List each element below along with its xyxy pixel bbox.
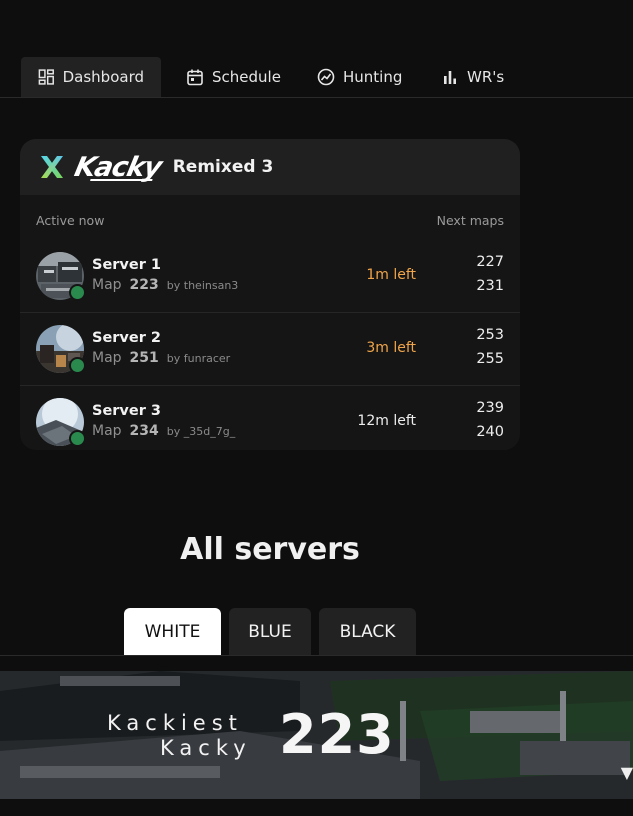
banner-map-number: 223 xyxy=(279,703,395,766)
map-word: Map xyxy=(92,277,122,293)
map-author: by _35d_7g_ xyxy=(166,425,236,438)
active-now-label: Active now xyxy=(36,213,105,228)
next-maps-label: Next maps xyxy=(436,213,504,228)
chevron-down-icon[interactable]: ▼ xyxy=(621,763,633,782)
map-word: Map xyxy=(92,423,122,439)
bar-chart-icon xyxy=(444,71,456,84)
tab-dashboard-label: Dashboard xyxy=(62,68,144,86)
kacky-x-logo-icon xyxy=(41,156,63,178)
tab-dashboard[interactable]: Dashboard xyxy=(21,57,161,97)
tab-hunting[interactable]: Hunting xyxy=(300,57,419,97)
online-status-dot xyxy=(69,430,86,447)
tab-hunting-label: Hunting xyxy=(343,68,403,86)
online-status-dot xyxy=(69,357,86,374)
all-servers-title: All servers xyxy=(180,532,360,567)
map-author: by theinsan3 xyxy=(166,279,239,292)
map-number: 234 xyxy=(129,423,159,439)
map-author: by funracer xyxy=(166,352,231,365)
tabs-divider xyxy=(0,655,633,656)
next-map-1: 227 xyxy=(476,254,504,270)
time-left: 12m left xyxy=(357,413,416,429)
main-nav: Dashboard Schedule Hunting WR's xyxy=(0,57,633,98)
calendar-icon xyxy=(187,69,203,86)
server-current-map: Map 251 by funracer xyxy=(92,350,230,366)
column-labels: Active now Next maps xyxy=(20,195,520,240)
dashboard-icon xyxy=(38,69,54,85)
map-number: 251 xyxy=(129,350,159,366)
white-server-button[interactable]: WHITE xyxy=(124,608,221,656)
time-left: 3m left xyxy=(366,340,416,356)
server-name: Server 3 xyxy=(92,403,162,419)
next-map-1: 239 xyxy=(476,400,504,416)
online-status-dot xyxy=(69,284,86,301)
next-map-1: 253 xyxy=(476,327,504,343)
map-number: 223 xyxy=(129,277,159,293)
server-row[interactable]: Server 2 Map 251 by funracer 3m left 253… xyxy=(20,313,520,386)
next-map-2: 240 xyxy=(476,424,504,440)
banner-line-1: Kackiest xyxy=(107,711,243,735)
map-word: Map xyxy=(92,350,122,366)
server-name: Server 2 xyxy=(92,330,162,346)
next-map-2: 255 xyxy=(476,351,504,367)
kacky-logo-text: Kacky xyxy=(71,151,164,183)
tab-wrs-label: WR's xyxy=(467,68,505,86)
server-current-map: Map 223 by theinsan3 xyxy=(92,277,238,293)
time-left: 1m left xyxy=(366,267,416,283)
tab-wrs[interactable]: WR's xyxy=(424,57,521,97)
blue-server-button[interactable]: BLUE xyxy=(229,608,311,656)
event-header: Kacky Remixed 3 xyxy=(20,139,520,195)
map-banner: Kackiest Kacky 223 ▼ xyxy=(0,671,633,799)
event-subtitle: Remixed 3 xyxy=(172,157,274,177)
banner-line-2: Kacky xyxy=(160,736,252,760)
next-map-2: 231 xyxy=(476,278,504,294)
tab-schedule[interactable]: Schedule xyxy=(169,57,298,97)
server-current-map: Map 234 by _35d_7g_ xyxy=(92,423,235,439)
black-server-button[interactable]: BLACK xyxy=(319,608,416,656)
server-name: Server 1 xyxy=(92,257,162,273)
trend-icon xyxy=(317,68,335,86)
server-row[interactable]: Server 3 Map 234 by _35d_7g_ 12m left 23… xyxy=(20,386,520,450)
event-card: Kacky Remixed 3 Active now Next maps Ser… xyxy=(20,139,520,450)
server-row[interactable]: Server 1 Map 223 by theinsan3 1m left 22… xyxy=(20,240,520,313)
tab-schedule-label: Schedule xyxy=(212,68,281,86)
